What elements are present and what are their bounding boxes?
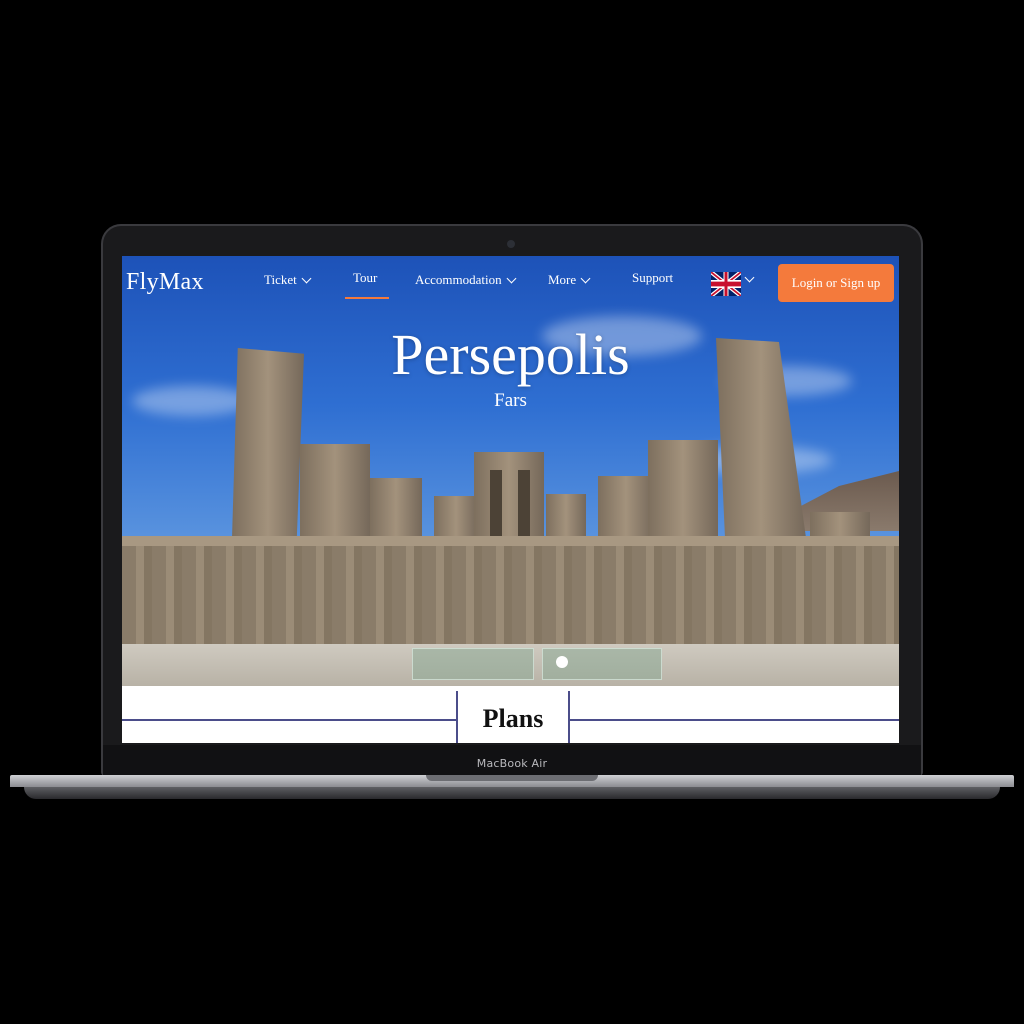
nav-item-label: Accommodation <box>415 272 502 287</box>
laptop-notch <box>426 775 598 781</box>
chevron-down-icon <box>301 273 312 283</box>
section-title: Plans <box>482 704 544 733</box>
chevron-down-icon[interactable] <box>744 272 755 283</box>
nav-item-label: More <box>548 272 577 287</box>
login-signup-button[interactable]: Login or Sign up <box>778 264 894 302</box>
doorway <box>490 470 502 540</box>
relief-wall <box>122 546 899 646</box>
slider-dot[interactable] <box>556 656 568 668</box>
plans-heading-box: Plans <box>456 691 570 743</box>
hero-subtitle: Fars <box>494 390 527 411</box>
uk-flag-icon[interactable] <box>711 272 741 296</box>
nav-item-more[interactable]: More <box>548 272 591 288</box>
hero-title: Persepolis <box>391 322 630 387</box>
nav-item-label: Ticket <box>264 272 297 287</box>
divider-line <box>568 719 899 721</box>
info-plaque <box>412 648 534 680</box>
gate-ruin <box>546 494 586 540</box>
browser-screen: FlyMax Ticket Tour Accommodation More Su… <box>122 256 899 743</box>
gate-ruin <box>300 444 370 540</box>
nav-item-support[interactable]: Support <box>632 270 673 286</box>
doorway <box>518 470 530 540</box>
nav-item-ticket[interactable]: Ticket <box>264 272 312 288</box>
active-tab-indicator <box>345 297 389 299</box>
gate-ruin <box>370 478 422 540</box>
device-label: MacBook Air <box>476 757 548 770</box>
chevron-down-icon <box>580 273 591 283</box>
nav-item-label: Tour <box>353 270 378 285</box>
gate-ruin <box>598 476 654 540</box>
nav-item-label: Support <box>632 270 674 285</box>
laptop-base-bottom <box>24 787 1000 799</box>
gate-ruin <box>474 452 544 540</box>
gate-ruin <box>434 496 478 540</box>
divider-line <box>122 719 456 721</box>
hero-banner: FlyMax Ticket Tour Accommodation More Su… <box>122 256 899 686</box>
plans-section: Plans <box>122 686 899 743</box>
nav-item-accommodation[interactable]: Accommodation <box>415 272 517 288</box>
nav-item-tour[interactable]: Tour <box>353 270 377 286</box>
chevron-down-icon <box>506 273 517 283</box>
logo[interactable]: FlyMax <box>126 269 204 296</box>
camera-icon <box>507 240 515 248</box>
gate-ruin <box>648 440 718 540</box>
top-nav: FlyMax Ticket Tour Accommodation More Su… <box>122 256 899 306</box>
